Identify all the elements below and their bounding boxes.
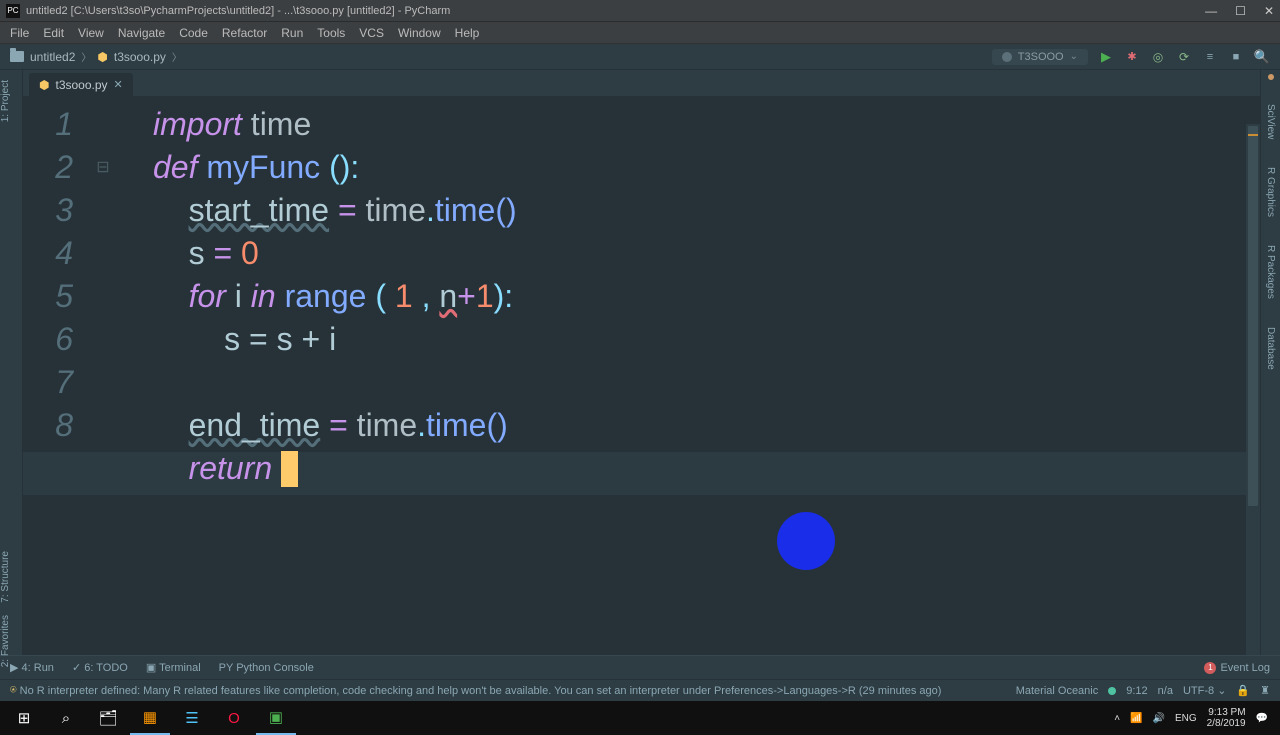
menu-refactor[interactable]: Refactor [222, 26, 267, 40]
stop-button[interactable]: ■ [1228, 49, 1244, 65]
attach-button[interactable]: ≡ [1202, 49, 1218, 65]
status-bar: ⍟ No R interpreter defined: Many R relat… [0, 679, 1280, 701]
python-file-icon: ⬢ [39, 78, 49, 92]
taskbar-explorer[interactable]: 🗂 [88, 701, 128, 735]
database-tool-tab[interactable]: Database [1265, 323, 1276, 374]
line-gutter: 1 2 3 4 5 6 7 8 9 [23, 97, 93, 655]
run-button[interactable]: ▶ [1098, 49, 1114, 65]
tray-chevron-icon[interactable]: ˄ [1114, 713, 1120, 724]
sciview-tool-tab[interactable]: SciView [1265, 100, 1276, 143]
python-file-icon: ⬢ [97, 50, 107, 64]
breadcrumb: untitled2 〉 ⬢ t3sooo.py 〉 [10, 49, 182, 64]
inspection-indicator[interactable] [1268, 74, 1274, 80]
tray-notifications-icon[interactable]: 💬 [1256, 713, 1268, 724]
mouse-cursor-highlight [777, 512, 835, 570]
status-theme[interactable]: Material Oceanic [1016, 685, 1099, 697]
code-editor[interactable]: 1 2 3 4 5 6 7 8 9 ⊟ ⊟ import time def my… [23, 97, 1260, 655]
todo-tool-tab[interactable]: ✓ 6: TODO [72, 661, 128, 674]
bulb-icon: ⍟ [10, 684, 17, 697]
start-button[interactable]: ⊞ [4, 701, 44, 735]
menu-window[interactable]: Window [398, 26, 441, 40]
app-icon: PC [6, 4, 20, 18]
bottom-tool-stripe: ▶ 4: Run ✓ 6: TODO ▣ Terminal PY Python … [0, 655, 1280, 679]
editor-area: ⬢ t3sooo.py ✕ 1 2 3 4 5 6 7 8 9 ⊟ ⊟ imp [23, 70, 1260, 655]
menu-navigate[interactable]: Navigate [118, 26, 165, 40]
chevron-right-icon: 〉 [172, 49, 182, 64]
code-content[interactable]: import time def myFunc (): start_time = … [113, 97, 1260, 655]
menu-view[interactable]: View [78, 26, 104, 40]
search-everywhere-button[interactable]: 🔍 [1254, 49, 1270, 65]
terminal-tool-tab[interactable]: ▣ Terminal [146, 661, 201, 674]
coverage-button[interactable]: ◎ [1150, 49, 1166, 65]
breadcrumb-file[interactable]: t3sooo.py [114, 50, 166, 64]
fold-gutter: ⊟ ⊟ [93, 97, 113, 655]
navigation-bar: untitled2 〉 ⬢ t3sooo.py 〉 T3SOOO ⌄ ▶ ✱ ◎… [0, 44, 1280, 70]
taskbar-sublime[interactable]: ▦ [130, 701, 170, 735]
status-message[interactable]: No R interpreter defined: Many R related… [20, 685, 942, 697]
r-graphics-tool-tab[interactable]: R Graphics [1265, 163, 1276, 221]
profile-button[interactable]: ⟳ [1176, 49, 1192, 65]
breadcrumb-project[interactable]: untitled2 [30, 50, 75, 64]
folder-icon [10, 51, 24, 62]
status-na: n/a [1158, 685, 1173, 697]
editor-tab[interactable]: ⬢ t3sooo.py ✕ [29, 73, 133, 97]
windows-taskbar: ⊞ ⌕ 🗂 ▦ ☰ O ▣ ˄ 📶 🔊 ENG 9:13 PM2/8/2019 … [0, 701, 1280, 735]
debug-button[interactable]: ✱ [1124, 49, 1140, 65]
menu-vcs[interactable]: VCS [359, 26, 384, 40]
run-tool-tab[interactable]: ▶ 4: Run [10, 661, 54, 674]
menu-tools[interactable]: Tools [317, 26, 345, 40]
editor-tabs: ⬢ t3sooo.py ✕ [23, 70, 1260, 97]
window-titlebar: PC untitled2 [C:\Users\t3so\PycharmProje… [0, 0, 1280, 22]
close-button[interactable]: ✕ [1264, 4, 1274, 18]
maximize-button[interactable]: ☐ [1235, 4, 1246, 18]
error-stripe-mark[interactable] [1248, 134, 1258, 136]
tray-clock[interactable]: 9:13 PM2/8/2019 [1207, 707, 1246, 729]
tray-volume-icon[interactable]: 🔊 [1152, 713, 1164, 724]
run-configuration-selector[interactable]: T3SOOO ⌄ [992, 49, 1088, 65]
status-encoding[interactable]: UTF-8 ⌄ [1183, 684, 1226, 697]
theme-indicator-icon [1108, 687, 1116, 695]
menu-help[interactable]: Help [455, 26, 480, 40]
chevron-right-icon: 〉 [81, 49, 91, 64]
event-log-button[interactable]: 1Event Log [1204, 662, 1270, 674]
menu-code[interactable]: Code [179, 26, 208, 40]
window-title: untitled2 [C:\Users\t3so\PycharmProjects… [26, 5, 1205, 17]
taskbar-pycharm[interactable]: ▣ [256, 701, 296, 735]
status-position[interactable]: 9:12 [1126, 685, 1147, 697]
python-console-tool-tab[interactable]: PY Python Console [219, 662, 314, 674]
menu-file[interactable]: File [10, 26, 29, 40]
taskbar-opera[interactable]: O [214, 701, 254, 735]
taskbar-app[interactable]: ☰ [172, 701, 212, 735]
favorites-tool-tab[interactable]: 2: Favorites [0, 609, 11, 673]
inspector-icon[interactable]: ♜ [1260, 684, 1270, 697]
close-tab-button[interactable]: ✕ [114, 78, 123, 91]
tray-language[interactable]: ENG [1175, 713, 1197, 724]
editor-scrollbar[interactable] [1246, 124, 1260, 655]
menu-run[interactable]: Run [281, 26, 303, 40]
scrollbar-thumb[interactable] [1248, 126, 1258, 506]
chevron-down-icon: ⌄ [1070, 51, 1078, 62]
project-tool-tab[interactable]: 1: Project [0, 74, 22, 128]
menu-edit[interactable]: Edit [43, 26, 64, 40]
right-tool-stripe: SciView R Graphics R Packages Database [1260, 70, 1280, 655]
system-tray[interactable]: ˄ 📶 🔊 ENG 9:13 PM2/8/2019 💬 [1114, 707, 1276, 729]
tray-network-icon[interactable]: 📶 [1130, 713, 1142, 724]
config-icon [1002, 52, 1012, 62]
search-button[interactable]: ⌕ [46, 701, 86, 735]
run-config-name: T3SOOO [1018, 51, 1064, 63]
r-packages-tool-tab[interactable]: R Packages [1265, 241, 1276, 303]
text-caret [281, 451, 298, 487]
lock-icon[interactable]: 🔒 [1236, 684, 1250, 697]
tab-label: t3sooo.py [55, 78, 107, 92]
minimize-button[interactable]: — [1205, 4, 1217, 18]
structure-tool-tab[interactable]: 7: Structure [0, 545, 11, 609]
menu-bar: File Edit View Navigate Code Refactor Ru… [0, 22, 1280, 44]
left-tool-stripe: 1: Project 7: Structure 2: Favorites [0, 70, 23, 655]
